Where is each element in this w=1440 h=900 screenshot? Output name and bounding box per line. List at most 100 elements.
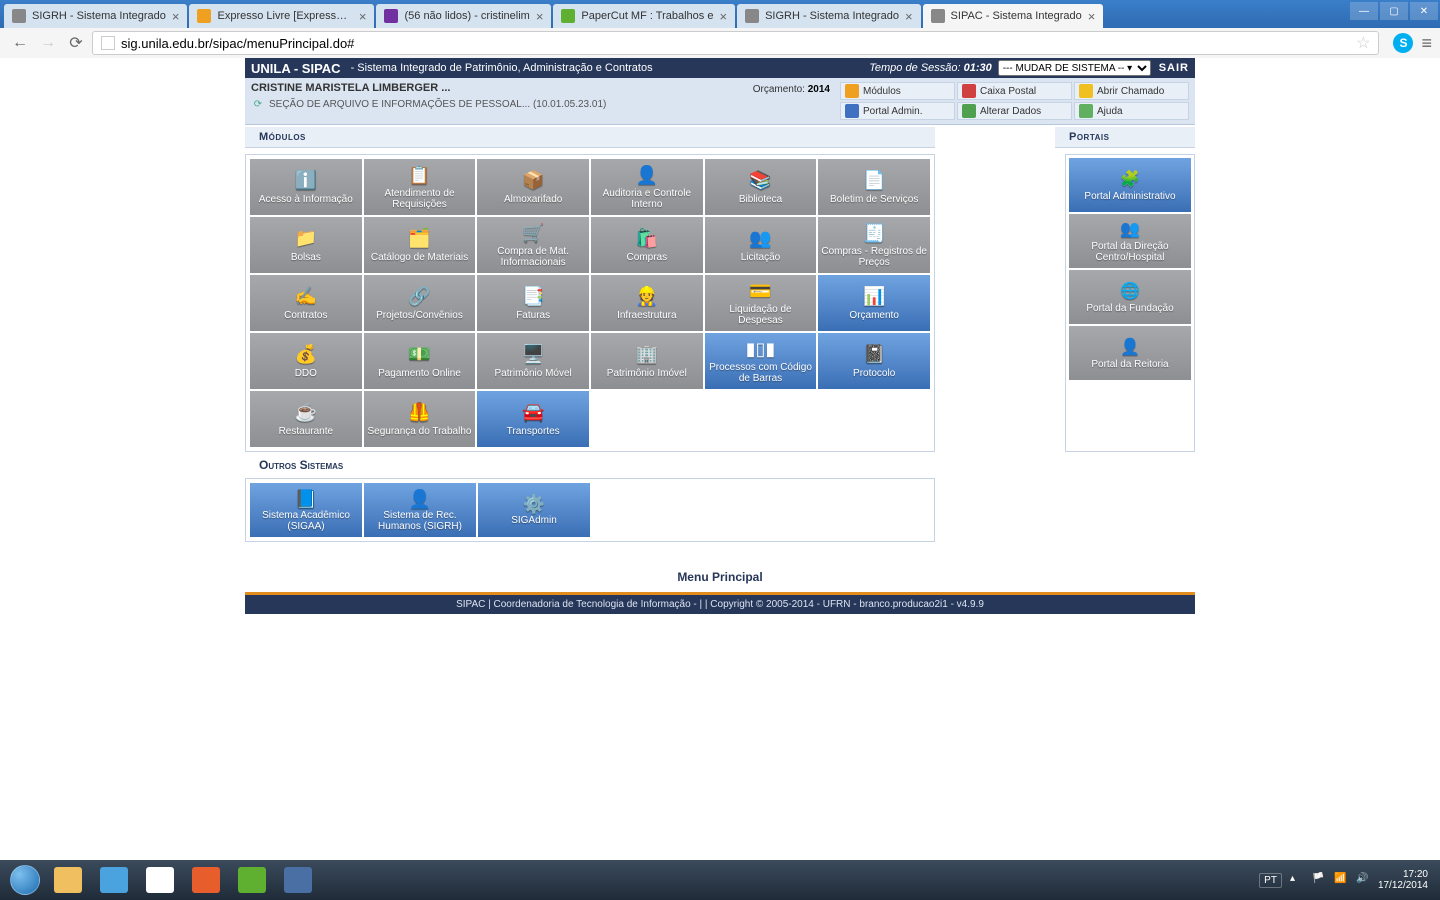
browser-tab[interactable]: Expresso Livre [Expresso M× bbox=[189, 4, 374, 28]
close-icon[interactable]: × bbox=[719, 9, 727, 24]
close-icon[interactable]: × bbox=[536, 9, 544, 24]
menu-icon[interactable]: ≡ bbox=[1421, 33, 1432, 54]
portal-item[interactable]: 🧩Portal Administrativo bbox=[1069, 158, 1191, 212]
app-icon bbox=[238, 867, 266, 893]
tool-label: Abrir Chamado bbox=[1097, 86, 1164, 97]
volume-icon[interactable]: 🔊 bbox=[1356, 873, 1370, 887]
browser-tab[interactable]: PaperCut MF : Trabalhos e× bbox=[553, 4, 735, 28]
module-label: Protocolo bbox=[853, 368, 895, 379]
logout-button[interactable]: SAIR bbox=[1159, 62, 1189, 74]
taskbar-app-icon[interactable] bbox=[184, 864, 228, 896]
module-label: Restaurante bbox=[279, 426, 333, 437]
minimize-button[interactable]: — bbox=[1350, 2, 1378, 20]
toolbar-link[interactable]: Caixa Postal bbox=[957, 82, 1072, 100]
close-icon[interactable]: × bbox=[1088, 9, 1096, 24]
module-item[interactable]: 👷Infraestrutura bbox=[591, 275, 703, 331]
system-item[interactable]: 📘Sistema Acadêmico (SIGAA) bbox=[250, 483, 362, 537]
module-item[interactable]: 📚Biblioteca bbox=[705, 159, 817, 215]
module-item[interactable]: 📦Almoxarifado bbox=[477, 159, 589, 215]
browser-tab[interactable]: (56 não lidos) - cristinelim× bbox=[376, 4, 551, 28]
budget-info: Orçamento: 2014 bbox=[753, 84, 830, 95]
module-item[interactable]: 💵Pagamento Online bbox=[364, 333, 476, 389]
module-item[interactable]: 📋Atendimento de Requisições bbox=[364, 159, 476, 215]
taskbar-app-icon[interactable] bbox=[230, 864, 274, 896]
module-icon: 🦺 bbox=[407, 402, 431, 424]
module-label: Almoxarifado bbox=[504, 194, 562, 205]
close-icon[interactable]: × bbox=[172, 9, 180, 24]
portal-icon: 🌐 bbox=[1118, 281, 1142, 301]
system-select[interactable]: --- MUDAR DE SISTEMA -- ▾ bbox=[998, 60, 1151, 76]
app-icon bbox=[54, 867, 82, 893]
module-item[interactable]: 🗂️Catálogo de Materiais bbox=[364, 217, 476, 273]
module-item[interactable]: 💳Liquidação de Despesas bbox=[705, 275, 817, 331]
forward-button[interactable]: → bbox=[36, 31, 60, 55]
module-item[interactable]: 📄Boletim de Serviços bbox=[818, 159, 930, 215]
module-item[interactable]: 📁Bolsas bbox=[250, 217, 362, 273]
taskbar-app-icon[interactable] bbox=[46, 864, 90, 896]
module-item[interactable]: 🛍️Compras bbox=[591, 217, 703, 273]
section-header-portals: Portais bbox=[1055, 127, 1195, 148]
browser-tab-active[interactable]: SIPAC - Sistema Integrado× bbox=[923, 4, 1104, 28]
refresh-icon[interactable]: ⟳ bbox=[251, 97, 265, 111]
module-item[interactable]: 🧾Compras - Registros de Preços bbox=[818, 217, 930, 273]
module-item[interactable]: 📊Orçamento bbox=[818, 275, 930, 331]
close-window-button[interactable]: ✕ bbox=[1410, 2, 1438, 20]
browser-tab[interactable]: SIGRH - Sistema Integrado× bbox=[737, 4, 920, 28]
module-item[interactable]: ▮▯▮Processos com Código de Barras bbox=[705, 333, 817, 389]
toolbar-link[interactable]: Ajuda bbox=[1074, 102, 1189, 120]
module-item[interactable]: 🚘Transportes bbox=[477, 391, 589, 447]
module-icon: ☕ bbox=[294, 402, 318, 424]
page-content: UNILA - SIPAC - Sistema Integrado de Pat… bbox=[0, 58, 1440, 860]
portal-item[interactable]: 🌐Portal da Fundação bbox=[1069, 270, 1191, 324]
taskbar-app-icon[interactable] bbox=[276, 864, 320, 896]
brand-subtitle: - Sistema Integrado de Patrimônio, Admin… bbox=[351, 62, 653, 74]
module-icon: 📊 bbox=[862, 286, 886, 308]
tray-up-icon[interactable]: ▴ bbox=[1290, 873, 1304, 887]
toolbar-link[interactable]: Módulos bbox=[840, 82, 955, 100]
back-button[interactable]: ← bbox=[8, 31, 32, 55]
tool-icon bbox=[1079, 84, 1093, 98]
network-icon[interactable]: 📶 bbox=[1334, 873, 1348, 887]
module-icon: 💵 bbox=[407, 344, 431, 366]
close-icon[interactable]: × bbox=[905, 9, 913, 24]
module-item[interactable]: 🖥️Patrimônio Móvel bbox=[477, 333, 589, 389]
browser-tab[interactable]: SIGRH - Sistema Integrado× bbox=[4, 4, 187, 28]
portal-item[interactable]: 👥Portal da Direção Centro/Hospital bbox=[1069, 214, 1191, 268]
system-icon: 📘 bbox=[295, 489, 317, 510]
module-item[interactable]: 👥Licitação bbox=[705, 217, 817, 273]
system-item[interactable]: ⚙️SIGAdmin bbox=[478, 483, 590, 537]
module-item[interactable]: 🔗Projetos/Convênios bbox=[364, 275, 476, 331]
taskbar-app-icon[interactable] bbox=[138, 864, 182, 896]
module-icon: 📑 bbox=[521, 286, 545, 308]
module-item[interactable]: ℹ️Acesso à Informação bbox=[250, 159, 362, 215]
module-item[interactable]: ☕ Restaurante bbox=[250, 391, 362, 447]
maximize-button[interactable]: ▢ bbox=[1380, 2, 1408, 20]
module-item[interactable]: 🦺Segurança do Trabalho bbox=[364, 391, 476, 447]
module-item[interactable]: 💰DDO bbox=[250, 333, 362, 389]
language-indicator[interactable]: PT bbox=[1259, 873, 1282, 888]
module-item[interactable]: 🛒Compra de Mat. Informacionais bbox=[477, 217, 589, 273]
start-button[interactable] bbox=[6, 864, 44, 896]
module-item[interactable]: 📓Protocolo bbox=[818, 333, 930, 389]
module-item[interactable]: 📑Faturas bbox=[477, 275, 589, 331]
skype-icon[interactable]: S bbox=[1393, 33, 1413, 53]
portal-item[interactable]: 👤Portal da Reitoria bbox=[1069, 326, 1191, 380]
favicon-icon bbox=[12, 9, 26, 23]
flag-icon[interactable]: 🏳️ bbox=[1312, 873, 1326, 887]
system-item[interactable]: 👤Sistema de Rec. Humanos (SIGRH) bbox=[364, 483, 476, 537]
toolbar-link[interactable]: Alterar Dados bbox=[957, 102, 1072, 120]
reload-button[interactable]: ⟳ bbox=[64, 31, 88, 55]
module-item[interactable]: 👤Auditoria e Controle Interno bbox=[591, 159, 703, 215]
dept-text: SEÇÃO DE ARQUIVO E INFORMAÇÕES DE PESSOA… bbox=[269, 99, 606, 110]
taskbar-app-icon[interactable] bbox=[92, 864, 136, 896]
toolbar-link[interactable]: Portal Admin. bbox=[840, 102, 955, 120]
module-item[interactable]: ✍️Contratos bbox=[250, 275, 362, 331]
module-icon: 🛍️ bbox=[635, 228, 659, 250]
toolbar-link[interactable]: Abrir Chamado bbox=[1074, 82, 1189, 100]
clock[interactable]: 17:20 17/12/2014 bbox=[1378, 869, 1428, 892]
close-icon[interactable]: × bbox=[359, 9, 367, 24]
toolbar-links: MódulosCaixa Postal Abrir Chamado Portal A… bbox=[840, 82, 1189, 120]
url-bar[interactable]: sig.unila.edu.br/sipac/menuPrincipal.do#… bbox=[92, 31, 1379, 55]
bookmark-icon[interactable]: ☆ bbox=[1356, 33, 1370, 53]
module-item[interactable]: 🏢Patrimônio Imóvel bbox=[591, 333, 703, 389]
